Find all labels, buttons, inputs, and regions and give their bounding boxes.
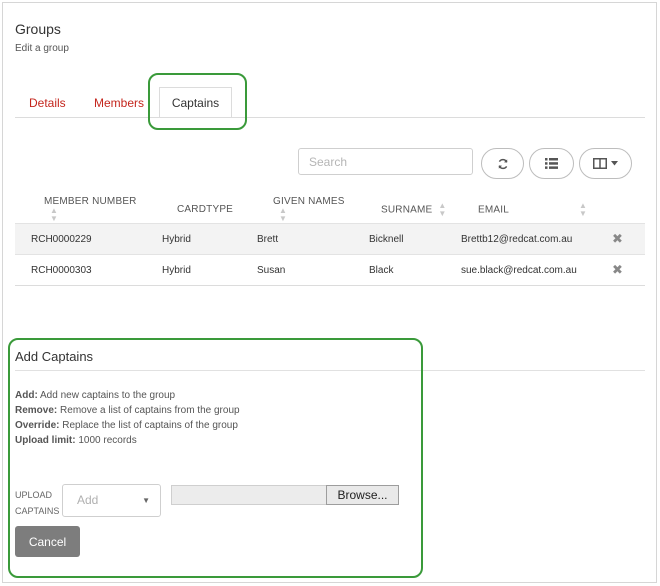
upload-mode-select[interactable]: Add ▼ bbox=[62, 484, 161, 517]
remove-row-icon[interactable]: ✖ bbox=[612, 231, 623, 246]
add-captains-title: Add Captains bbox=[15, 349, 94, 364]
column-header-surname[interactable]: SURNAME ▲ ▼ bbox=[353, 196, 451, 224]
cancel-button[interactable]: Cancel bbox=[15, 526, 80, 557]
remove-row-icon[interactable]: ✖ bbox=[612, 262, 623, 277]
help-add: Add: Add new captains to the group bbox=[15, 390, 176, 401]
tab-details[interactable]: Details bbox=[29, 96, 66, 110]
file-name-display[interactable] bbox=[171, 485, 327, 505]
page-title: Groups bbox=[15, 21, 61, 37]
cell-cardtype: Hybrid bbox=[162, 264, 191, 276]
cell-given-names: Brett bbox=[257, 233, 279, 245]
section-divider bbox=[15, 370, 645, 371]
cell-cardtype: Hybrid bbox=[162, 233, 191, 245]
cell-surname: Black bbox=[369, 264, 394, 276]
sort-icon: ▲ ▼ bbox=[579, 200, 588, 218]
cell-member-number: RCH0000229 bbox=[31, 233, 92, 245]
page-subtitle: Edit a group bbox=[15, 43, 69, 54]
browse-button[interactable]: Browse... bbox=[326, 485, 399, 505]
list-view-button[interactable] bbox=[529, 148, 574, 179]
chevron-down-icon bbox=[611, 161, 618, 166]
columns-icon bbox=[593, 158, 607, 169]
cell-email: Brettb12@redcat.com.au bbox=[461, 233, 573, 245]
help-override: Override: Replace the list of captains o… bbox=[15, 420, 238, 431]
upload-mode-value: Add bbox=[77, 493, 99, 507]
help-upload-limit: Upload limit: 1000 records bbox=[15, 435, 137, 446]
column-header-member-number[interactable]: MEMBER NUMBER▲ ▼ bbox=[15, 196, 146, 224]
tabs-divider bbox=[15, 117, 645, 118]
sort-icon: ▲ ▼ bbox=[50, 206, 59, 223]
refresh-icon bbox=[498, 158, 507, 169]
search-input[interactable] bbox=[298, 148, 473, 175]
column-header-email[interactable]: EMAIL ▲ ▼ bbox=[451, 196, 598, 224]
captains-table: MEMBER NUMBER▲ ▼ CARDTYPE GIVEN NAMES▲ ▼ S… bbox=[15, 196, 645, 286]
columns-dropdown-button[interactable] bbox=[579, 148, 632, 179]
cell-given-names: Susan bbox=[257, 264, 286, 276]
cell-member-number: RCH0000303 bbox=[31, 264, 92, 276]
chevron-down-icon: ▼ bbox=[142, 496, 150, 505]
help-remove: Remove: Remove a list of captains from t… bbox=[15, 405, 240, 416]
table-header-row: MEMBER NUMBER▲ ▼ CARDTYPE GIVEN NAMES▲ ▼ S… bbox=[15, 196, 645, 224]
sort-icon: ▲ ▼ bbox=[438, 200, 447, 218]
refresh-button[interactable] bbox=[481, 148, 524, 179]
table-row[interactable]: RCH0000303 Hybrid Susan Black sue.black@… bbox=[15, 254, 645, 286]
cell-surname: Bicknell bbox=[369, 233, 404, 245]
tab-captains[interactable]: Captains bbox=[159, 87, 232, 118]
cell-email: sue.black@redcat.com.au bbox=[461, 264, 577, 276]
column-header-actions bbox=[598, 196, 645, 224]
column-header-cardtype[interactable]: CARDTYPE bbox=[146, 196, 245, 224]
tab-members[interactable]: Members bbox=[94, 96, 144, 110]
sort-icon: ▲ ▼ bbox=[279, 206, 288, 223]
list-view-icon bbox=[545, 158, 558, 169]
table-row[interactable]: RCH0000229 Hybrid Brett Bicknell Brettb1… bbox=[15, 223, 645, 255]
column-header-given-names[interactable]: GIVEN NAMES▲ ▼ bbox=[245, 196, 353, 224]
upload-captains-label: UPLOAD CAPTAINS bbox=[15, 490, 60, 516]
